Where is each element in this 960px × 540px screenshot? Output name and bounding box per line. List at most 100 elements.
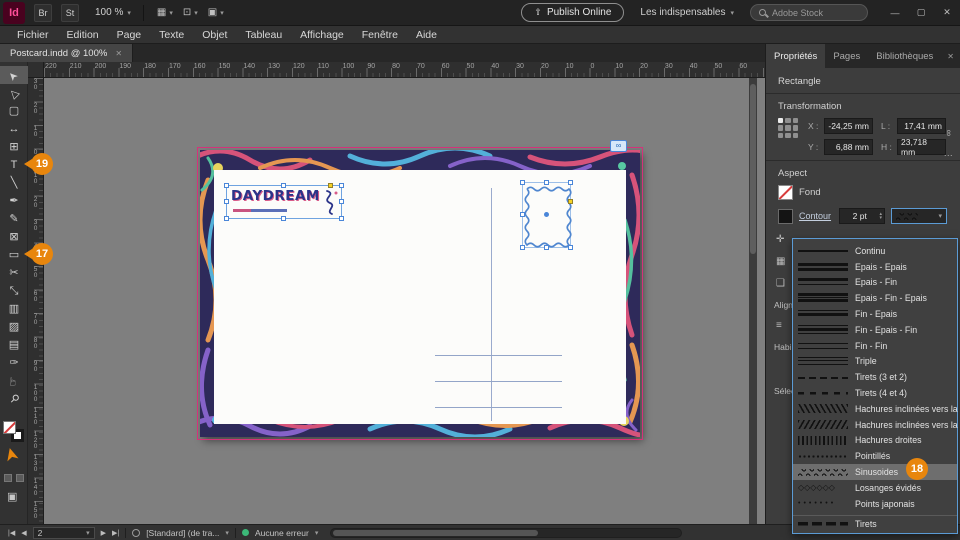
publish-online-button[interactable]: ⇧ Publish Online <box>521 3 625 22</box>
stroke-style-option[interactable]: Fin - Fin <box>793 338 957 354</box>
content-collector-tool[interactable]: ⊞ <box>0 138 28 156</box>
menu-texte[interactable]: Texte <box>150 27 193 43</box>
frame-options-icon[interactable]: ❑ <box>776 278 785 289</box>
stroke-style-option[interactable]: Epais - Fin <box>793 275 957 291</box>
line-tool[interactable]: ╲ <box>0 174 28 192</box>
panel-close-icon[interactable]: ✕ <box>941 44 960 68</box>
fill-stroke-proxy[interactable] <box>2 420 26 444</box>
reference-point-proxy[interactable] <box>778 118 798 138</box>
menu-aide[interactable]: Aide <box>407 27 446 43</box>
stroke-style-option[interactable]: ••••••• Points japonais <box>793 496 957 512</box>
close-button[interactable]: ✕ <box>934 0 960 26</box>
eyedropper-tool[interactable]: ✑ <box>0 354 28 372</box>
selection-handle[interactable] <box>281 216 286 221</box>
zoom-level-control[interactable]: 100 % ▾ <box>91 4 135 21</box>
gradient-swatch-tool[interactable]: ▥ <box>0 300 28 318</box>
first-page-button[interactable]: |◀ <box>8 529 15 537</box>
stamp-rectangle-selected[interactable] <box>520 180 573 250</box>
stroke-color-swatch[interactable] <box>778 208 793 224</box>
selection-handle[interactable] <box>568 180 573 185</box>
stroke-style-dropdown-button[interactable]: ▾ <box>891 208 948 224</box>
hand-tool[interactable]: ☞ <box>0 372 28 390</box>
maximize-button[interactable]: ▢ <box>908 0 934 26</box>
menu-affichage[interactable]: Affichage <box>291 27 353 43</box>
width-input[interactable]: 17,41 mm <box>897 118 946 134</box>
live-corner-handle[interactable] <box>568 199 573 204</box>
stock-button[interactable]: St <box>61 3 79 22</box>
horizontal-scrollbar[interactable] <box>330 527 683 538</box>
align-icon[interactable]: ≡ <box>776 320 782 331</box>
address-line[interactable] <box>435 381 562 382</box>
previous-page-button[interactable]: ◀ <box>21 529 26 537</box>
error-status-label[interactable]: Aucune erreur <box>255 528 309 538</box>
view-options-dropdown[interactable]: ▦ ▾ <box>152 5 178 20</box>
stepper-arrows[interactable]: ▴ ▾ <box>880 212 885 221</box>
address-line[interactable] <box>435 355 562 356</box>
address-line[interactable] <box>435 407 562 408</box>
selection-handle[interactable] <box>520 212 525 217</box>
selection-handle[interactable] <box>543 180 549 185</box>
note-tool[interactable]: ▤ <box>0 336 28 354</box>
selection-handle[interactable] <box>224 216 229 221</box>
selection-handle[interactable] <box>224 199 229 204</box>
stroke-style-option[interactable]: Hachures inclinées vers la gauche <box>793 401 960 417</box>
tab-proprietes[interactable]: Propriétés <box>766 44 826 68</box>
selection-tool[interactable]: ➤ <box>0 66 28 84</box>
minimize-button[interactable]: — <box>882 0 908 26</box>
selection-handle[interactable] <box>520 180 525 185</box>
tab-pages[interactable]: Pages <box>825 44 868 68</box>
height-input[interactable]: 23,718 mm <box>897 137 946 157</box>
stroke-style-option[interactable]: Hachures inclinées vers la droite <box>793 417 960 433</box>
stroke-style-option[interactable]: Sinusoides <box>793 464 957 480</box>
stroke-style-option[interactable]: Epais - Fin - Epais <box>793 290 957 306</box>
transform-again-icon[interactable]: ✛ <box>776 234 784 245</box>
screen-mode-button[interactable]: ▣ <box>7 490 17 503</box>
fill-color-swatch[interactable] <box>778 185 793 200</box>
pen-tool[interactable]: ✒ <box>0 192 28 210</box>
link-badge-icon[interactable]: ∞ <box>610 140 627 152</box>
constrain-proportions-icon[interactable]: ∞ <box>944 130 954 136</box>
stroke-style-option[interactable]: ◇◇◇◇◇◇ Losanges évidés <box>793 480 957 496</box>
stroke-style-option[interactable]: Triple <box>793 354 957 370</box>
stroke-style-option[interactable]: Epais - Epais <box>793 259 957 275</box>
live-corner-handle[interactable] <box>328 183 333 188</box>
scrollbar-thumb[interactable] <box>333 529 539 536</box>
next-page-button[interactable]: ▶ <box>101 529 106 537</box>
selection-handle[interactable] <box>281 183 286 188</box>
direct-selection-tool[interactable]: ▷ <box>0 84 28 102</box>
screen-mode-dropdown[interactable]: ▣ ▾ <box>203 5 229 20</box>
menu-edition[interactable]: Edition <box>58 27 108 43</box>
preflight-profile[interactable]: [Standard] (de tra... <box>146 528 219 538</box>
postcard-divider-line[interactable] <box>491 188 492 421</box>
selection-handle[interactable] <box>339 199 344 204</box>
menu-tableau[interactable]: Tableau <box>236 27 291 43</box>
rectangle-frame-tool[interactable]: ⊠ <box>0 228 28 246</box>
stroke-style-option[interactable]: Tirets (3 et 2) <box>793 369 957 385</box>
pattern-icon[interactable]: ▦ <box>776 256 785 267</box>
fill-none-swatch[interactable] <box>3 421 16 434</box>
menu-fenetre[interactable]: Fenêtre <box>353 27 407 43</box>
selection-handle[interactable] <box>339 216 344 221</box>
vertical-scrollbar[interactable] <box>749 78 757 524</box>
stroke-style-option[interactable]: Tirets <box>793 514 957 532</box>
selection-handle[interactable] <box>543 245 549 250</box>
page-tool[interactable]: ▢ <box>0 102 28 120</box>
free-transform-tool[interactable]: ⤡ <box>0 282 28 300</box>
stroke-weight-stepper[interactable]: 2 pt ▴ ▾ <box>839 208 886 224</box>
horizontal-ruler[interactable]: 220 210 200 190 180 170 160 150 140 130 120 110 100 9… <box>44 62 765 78</box>
canvas-pasteboard[interactable]: DAYDREAM ∞ <box>44 78 757 524</box>
menu-objet[interactable]: Objet <box>193 27 236 43</box>
pencil-tool[interactable]: ✎ <box>0 210 28 228</box>
more-options-icon[interactable]: … <box>944 148 954 159</box>
selection-handle[interactable] <box>224 183 229 188</box>
stroke-style-option[interactable]: Fin - Epais - Fin <box>793 322 957 338</box>
selection-handle[interactable] <box>520 245 525 250</box>
stroke-label-link[interactable]: Contour <box>799 211 831 221</box>
logo-frame-selected[interactable]: DAYDREAM <box>224 183 344 221</box>
page-number-select[interactable]: 2 ▾ <box>32 526 95 539</box>
scissors-tool[interactable]: ✂ <box>0 264 28 282</box>
workspace-switcher[interactable]: Les indispensables ▾ <box>640 7 734 18</box>
menu-fichier[interactable]: Fichier <box>8 27 58 43</box>
adobe-stock-search[interactable]: Adobe Stock <box>750 4 868 21</box>
gap-tool[interactable]: ↔ <box>0 120 28 138</box>
